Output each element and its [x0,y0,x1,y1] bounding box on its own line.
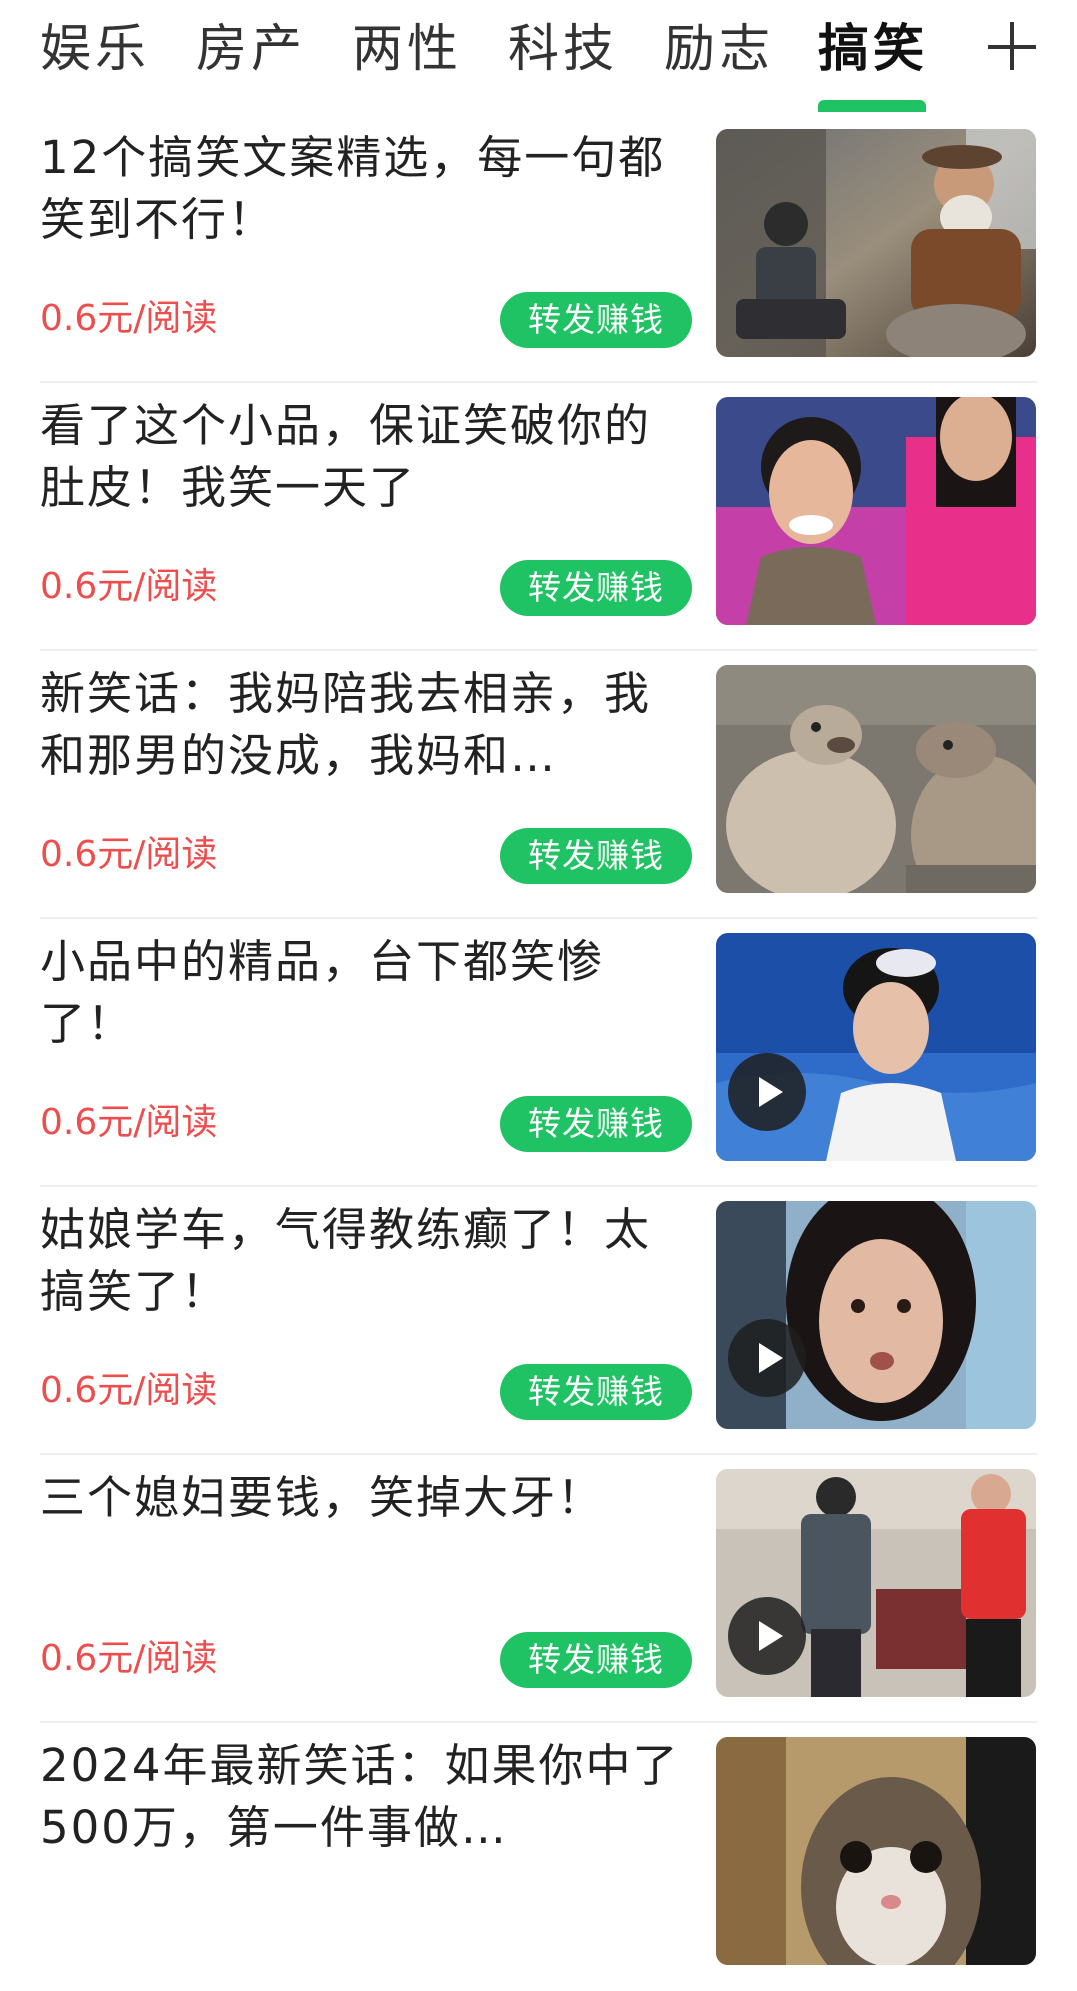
divider [40,917,1037,919]
active-tab-indicator [818,100,926,112]
play-icon[interactable] [728,1319,806,1397]
tab-inspiration[interactable]: 励志 [664,18,774,82]
article-thumbnail[interactable] [716,1737,1036,1965]
article-thumbnail[interactable] [716,129,1036,357]
reward-rate: 0.6元/阅读 [40,566,218,607]
article-thumbnail[interactable] [716,665,1036,893]
tab-relationships[interactable]: 两性 [352,18,462,82]
article-title[interactable]: 新笑话：我妈陪我去相亲，我和那男的没成，我妈和… [40,663,688,787]
divider [40,1185,1037,1187]
article-thumbnail[interactable] [716,397,1036,625]
share-earn-button[interactable]: 转发赚钱 [500,828,692,884]
list-item[interactable]: 姑娘学车，气得教练癫了！太搞笑了！ 0.6元/阅读 转发赚钱 [0,1189,1077,1455]
share-earn-button[interactable]: 转发赚钱 [500,1632,692,1688]
list-item[interactable]: 小品中的精品，台下都笑惨了！ 0.6元/阅读 转发赚钱 [0,921,1077,1187]
share-earn-button[interactable]: 转发赚钱 [500,1096,692,1152]
list-item[interactable]: 三个媳妇要钱，笑掉大牙！ 0.6元/阅读 转发赚钱 [0,1457,1077,1723]
reward-rate: 0.6元/阅读 [40,1102,218,1143]
divider [40,381,1037,383]
tab-real-estate[interactable]: 房产 [196,18,306,82]
play-icon[interactable] [728,1053,806,1131]
article-thumbnail[interactable] [716,1201,1036,1429]
list-item[interactable]: 新笑话：我妈陪我去相亲，我和那男的没成，我妈和… 0.6元/阅读 转发赚钱 [0,653,1077,919]
play-icon[interactable] [728,1597,806,1675]
article-thumbnail[interactable] [716,1469,1036,1697]
list-item[interactable]: 2024年最新笑话：如果你中了500万，第一件事做… [0,1725,1077,1991]
article-title[interactable]: 看了这个小品，保证笑破你的肚皮！我笑一天了 [40,395,688,519]
thumbnail-image [716,129,1036,357]
list-item[interactable]: 12个搞笑文案精选，每一句都笑到不行！ 0.6元/阅读 转发赚钱 [0,117,1077,383]
share-earn-button[interactable]: 转发赚钱 [500,292,692,348]
article-title[interactable]: 12个搞笑文案精选，每一句都笑到不行！ [40,127,688,251]
reward-rate: 0.6元/阅读 [40,1638,218,1679]
reward-rate: 0.6元/阅读 [40,298,218,339]
category-tab-bar: 娱乐 房产 两性 科技 励志 搞笑 [0,0,1077,115]
tab-entertainment[interactable]: 娱乐 [40,18,150,82]
article-title[interactable]: 2024年最新笑话：如果你中了500万，第一件事做… [40,1735,688,1859]
thumbnail-image [716,665,1036,893]
article-title[interactable]: 小品中的精品，台下都笑惨了！ [40,931,688,1055]
share-earn-button[interactable]: 转发赚钱 [500,1364,692,1420]
thumbnail-image [716,397,1036,625]
tab-funny[interactable]: 搞笑 [818,18,928,82]
thumbnail-image [716,1737,1036,1965]
article-title[interactable]: 三个媳妇要钱，笑掉大牙！ [40,1467,688,1529]
plus-icon[interactable] [988,22,1038,72]
article-title[interactable]: 姑娘学车，气得教练癫了！太搞笑了！ [40,1199,688,1323]
share-earn-button[interactable]: 转发赚钱 [500,560,692,616]
tab-technology[interactable]: 科技 [508,18,618,82]
reward-rate: 0.6元/阅读 [40,834,218,875]
reward-rate: 0.6元/阅读 [40,1370,218,1411]
article-thumbnail[interactable] [716,933,1036,1161]
divider [40,1453,1037,1455]
divider [40,649,1037,651]
divider [40,1721,1037,1723]
list-item[interactable]: 看了这个小品，保证笑破你的肚皮！我笑一天了 0.6元/阅读 转发赚钱 [0,385,1077,651]
